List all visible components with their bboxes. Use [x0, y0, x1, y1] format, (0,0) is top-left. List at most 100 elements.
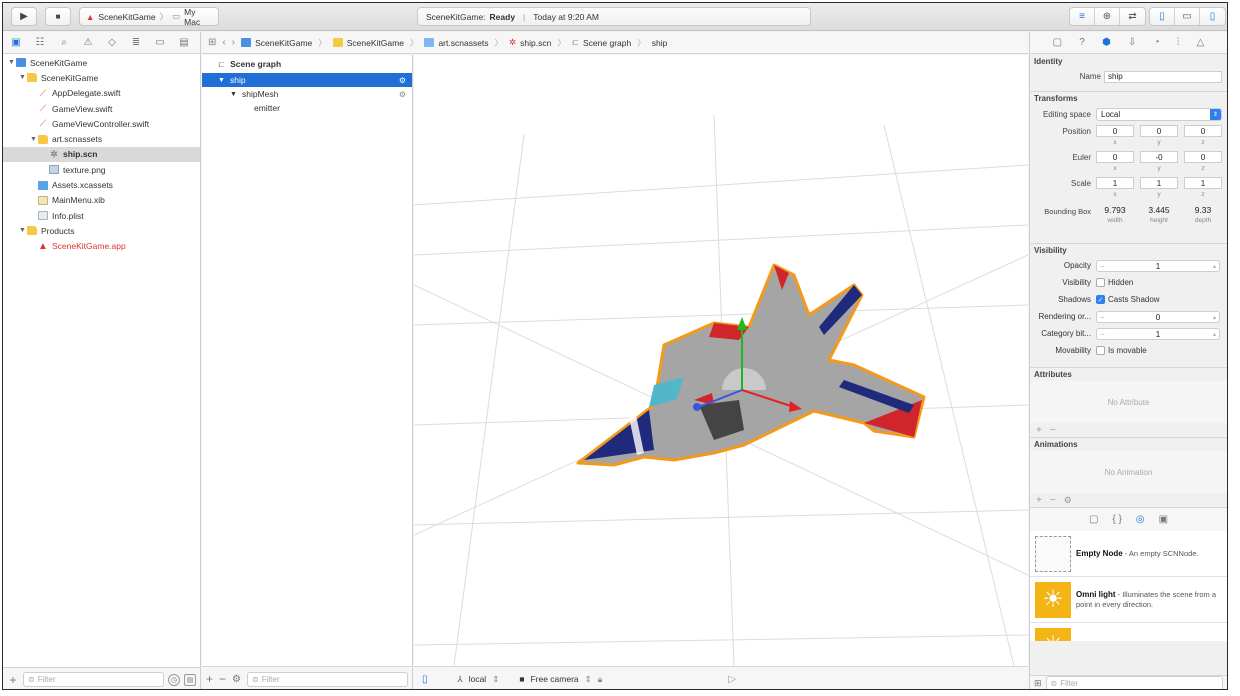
scale-z-field[interactable]: 1: [1184, 177, 1222, 189]
disclosure-triangle-icon[interactable]: ▼: [218, 77, 230, 84]
ship-model[interactable]: [576, 263, 926, 467]
scm-filter-icon[interactable]: ▤: [184, 673, 196, 686]
breadcrumb-scnassets[interactable]: art.scnassets: [424, 38, 489, 48]
report-navigator-icon[interactable]: ▤: [177, 37, 191, 48]
grid-view-icon[interactable]: ⊞: [1034, 678, 1042, 689]
back-icon[interactable]: ‹: [222, 37, 225, 48]
sidebar-toggle-icon[interactable]: ▯: [422, 674, 428, 685]
opacity-slider[interactable]: − 1 ▴: [1096, 260, 1220, 272]
remove-icon[interactable]: −: [1050, 495, 1056, 506]
breakpoint-navigator-icon[interactable]: ▭: [153, 37, 167, 48]
position-y-field[interactable]: 0: [1140, 125, 1178, 137]
scene-canvas[interactable]: [414, 55, 1028, 666]
test-navigator-icon[interactable]: ◇: [105, 37, 119, 48]
forward-icon[interactable]: ›: [232, 37, 235, 48]
euler-x-field[interactable]: 0: [1096, 151, 1134, 163]
gear-icon[interactable]: ⚙: [399, 76, 406, 85]
scheme-selector[interactable]: ▲ SceneKitGame 〉 ▭ My Mac: [79, 7, 219, 27]
physics-inspector-icon[interactable]: ⫶: [1177, 37, 1180, 48]
breadcrumb-project[interactable]: SceneKitGame: [241, 38, 312, 48]
file-tree-row[interactable]: ⟋ AppDelegate.swift: [3, 86, 200, 101]
issue-navigator-icon[interactable]: ⚠: [81, 37, 95, 48]
scene-graph-filter-input[interactable]: ⊜ Filter: [247, 671, 408, 687]
scene-node-row[interactable]: ▼ shipMesh ⚙: [202, 87, 412, 101]
name-field[interactable]: ship: [1104, 70, 1222, 83]
navigator-toggle-icon[interactable]: ▯: [1150, 8, 1175, 25]
symbol-navigator-icon[interactable]: ☷: [33, 37, 47, 48]
run-button[interactable]: ▶: [11, 7, 37, 26]
node-inspector-icon[interactable]: ⬢: [1102, 37, 1111, 48]
remove-node-icon[interactable]: −: [219, 672, 226, 686]
code-snippet-library-icon[interactable]: { }: [1112, 514, 1121, 525]
scale-x-field[interactable]: 1: [1096, 177, 1134, 189]
add-icon[interactable]: +: [7, 673, 19, 687]
library-filter-input[interactable]: ⊜ Filter: [1045, 676, 1223, 689]
file-inspector-icon[interactable]: ▢: [1053, 37, 1062, 48]
gear-icon[interactable]: ⚙: [1064, 495, 1072, 506]
file-tree-row[interactable]: Info.plist: [3, 208, 200, 223]
breadcrumb-node[interactable]: ship: [652, 38, 668, 48]
scene-inspector-icon[interactable]: △: [1197, 37, 1205, 48]
media-library-icon[interactable]: ▣: [1159, 514, 1168, 525]
disclosure-triangle-icon[interactable]: ▼: [7, 59, 16, 66]
stop-button[interactable]: ■: [45, 7, 71, 26]
position-z-field[interactable]: 0: [1184, 125, 1222, 137]
library-item[interactable]: ☀ Directional light - Illuminates the: [1030, 623, 1227, 641]
add-node-icon[interactable]: +: [206, 672, 213, 686]
project-navigator-icon[interactable]: ▣: [9, 37, 23, 48]
disclosure-triangle-icon[interactable]: ▼: [230, 91, 242, 98]
related-items-icon[interactable]: ⊞: [208, 37, 216, 48]
file-template-library-icon[interactable]: ▢: [1089, 514, 1098, 525]
file-tree-row[interactable]: texture.png: [3, 162, 200, 177]
gear-icon[interactable]: ⚙: [232, 674, 241, 685]
material-inspector-icon[interactable]: ◔: [1154, 37, 1160, 48]
disclosure-triangle-icon[interactable]: ▼: [18, 74, 27, 81]
is-movable-checkbox[interactable]: [1096, 346, 1105, 355]
attributes-inspector-icon[interactable]: ⇩: [1128, 37, 1136, 48]
debug-area-toggle-icon[interactable]: ▭: [1175, 8, 1200, 25]
file-tree-row[interactable]: ▼ art.scnassets: [3, 131, 200, 146]
version-editor-icon[interactable]: ⇄: [1120, 8, 1145, 25]
lock-icon[interactable]: 🔒︎: [598, 674, 603, 685]
euler-z-field[interactable]: 0: [1184, 151, 1222, 163]
scene-node-row[interactable]: ▼ ship ⚙: [202, 73, 412, 87]
play-scene-icon[interactable]: ▷: [728, 674, 736, 685]
scene-viewport[interactable]: [414, 55, 1028, 666]
library-item[interactable]: Empty Node - An empty SCNNode.: [1030, 531, 1227, 577]
euler-y-field[interactable]: -0: [1140, 151, 1178, 163]
add-icon[interactable]: +: [1036, 425, 1042, 436]
assistant-editor-icon[interactable]: ⊕: [1095, 8, 1120, 25]
hidden-checkbox[interactable]: [1096, 278, 1105, 287]
remove-icon[interactable]: −: [1050, 425, 1056, 436]
scale-y-field[interactable]: 1: [1140, 177, 1178, 189]
debug-navigator-icon[interactable]: ≣: [129, 37, 143, 48]
recent-files-icon[interactable]: ◷: [168, 673, 180, 686]
gear-icon[interactable]: ⚙: [399, 90, 406, 99]
casts-shadow-checkbox[interactable]: ✓: [1096, 295, 1105, 304]
file-tree-row[interactable]: ⟋ GameView.swift: [3, 101, 200, 116]
quick-help-icon[interactable]: ?: [1079, 37, 1085, 48]
standard-editor-icon[interactable]: ≡: [1070, 8, 1095, 25]
object-library-icon[interactable]: ◎: [1136, 514, 1145, 525]
camera-popup[interactable]: Free camera: [530, 674, 578, 684]
category-bitmask-stepper[interactable]: − 1 ▴: [1096, 328, 1220, 340]
file-tree-row[interactable]: ▼ Products: [3, 223, 200, 238]
navigator-filter-input[interactable]: ⊜ Filter: [23, 672, 164, 687]
position-x-field[interactable]: 0: [1096, 125, 1134, 137]
library-item[interactable]: ☀ Omni light - Illuminates the scene from…: [1030, 577, 1227, 623]
file-tree-row[interactable]: ▲ SceneKitGame.app: [3, 239, 200, 254]
scene-node-row[interactable]: emitter: [202, 101, 412, 115]
add-icon[interactable]: +: [1036, 495, 1042, 506]
coordinate-space-popup[interactable]: local: [469, 674, 486, 684]
breadcrumb-group[interactable]: SceneKitGame: [332, 38, 404, 48]
find-navigator-icon[interactable]: ⌕: [57, 37, 71, 48]
file-tree-row[interactable]: ⟋ GameViewController.swift: [3, 116, 200, 131]
breadcrumb-scene-graph[interactable]: ⊏ Scene graph: [572, 37, 631, 48]
file-tree-row[interactable]: MainMenu.xib: [3, 193, 200, 208]
rendering-order-stepper[interactable]: − 0 ▴: [1096, 311, 1220, 323]
file-tree-row[interactable]: ✲ ship.scn: [3, 146, 200, 163]
breadcrumb-file[interactable]: ✲ ship.scn: [509, 37, 551, 48]
disclosure-triangle-icon[interactable]: ▼: [29, 136, 38, 143]
file-tree-row[interactable]: Assets.xcassets: [3, 177, 200, 192]
file-tree-row[interactable]: ▼ SceneKitGame: [3, 55, 200, 70]
